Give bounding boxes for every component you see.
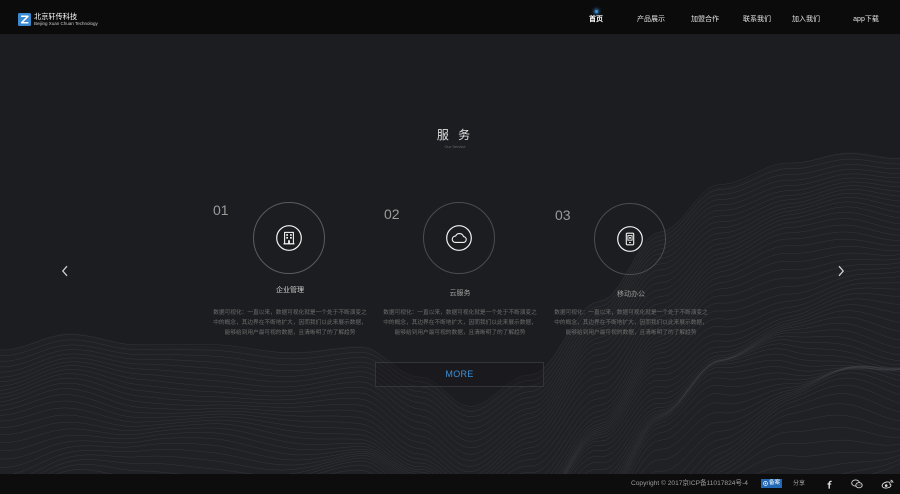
wechat-icon [851,479,863,489]
nav-item-home[interactable]: 首页 [589,10,603,25]
more-button[interactable]: MORE [375,362,544,387]
service-number: 03 [555,207,571,223]
nav-item-label: 联系我们 [743,16,771,23]
chevron-right-icon [838,265,845,277]
nav-item-label: 首页 [589,16,603,23]
service-description: 数据可视化：一直以来，数据可视化就是一个处于不断演变之 中的概念，其边界在不断地… [205,308,375,338]
chevron-left-icon [61,265,68,277]
company-name: 北京轩传科技 [34,11,78,21]
description-line: 数据可视化：一直以来，数据可视化就是一个处于不断演变之 [383,310,537,316]
service-item-enterprise-management[interactable]: 01 企业管理 数据可视化：一直以来，数据可视化就是一个处于不断演变之 中的概念… [205,200,375,340]
nav-item-contact[interactable]: 联系我们 [743,15,771,25]
service-item-cloud-service[interactable]: 02 云服务 数据可视化：一直以来，数据可视化就是一个处于不断演变之 中的概念，… [375,200,545,340]
nav-item-products[interactable]: 产品展示 [637,15,665,25]
description-line: 能够给到用户最可视的数据，且清晰明了的了解趋势 [394,330,526,336]
nav-item-franchise[interactable]: 加盟合作 [691,15,719,25]
nav-item-app-download[interactable]: app下载 [853,15,879,25]
section-subtitle: Our Service [444,144,466,149]
cloud-icon [446,225,472,251]
description-line: 中的概念，其边界在不断地扩大，因而我们以此来展示数据， [383,320,537,326]
copyright-text: Copyright © 2017京ICP备11017824号-4 [631,480,748,487]
active-indicator [594,10,598,13]
service-description: 数据可视化：一直以来，数据可视化就是一个处于不断演变之 中的概念，其边界在不断地… [546,308,716,338]
service-description: 数据可视化：一直以来，数据可视化就是一个处于不断演变之 中的概念，其边界在不断地… [375,308,545,338]
nav-item-label: 产品展示 [637,16,665,23]
share-wechat-button[interactable] [851,479,863,489]
nav-item-label: 加盟合作 [691,16,719,23]
service-label: 云服务 [449,290,471,297]
mobile-office-icon [617,226,643,252]
share-label: 分享 [793,481,806,487]
service-label: 企业管理 [276,287,304,294]
nav-item-label: app下载 [853,16,879,23]
logo[interactable]: 北京轩传科技 Beijing Xuan Chuan Technology [18,12,98,26]
description-line: 数据可视化：一直以来，数据可视化就是一个处于不断演变之 [213,310,367,316]
description-line: 能够给到用户最可视的数据，且清晰明了的了解趋势 [565,330,697,336]
service-icon-ring [423,202,495,274]
service-number: 01 [213,202,229,218]
nav-item-label: 加入我们 [792,16,820,23]
footer: Copyright © 2017京ICP备11017824号-4 备案 分享 [0,474,900,494]
share-facebook-button[interactable] [825,479,832,489]
service-number: 02 [384,206,400,222]
service-label: 移动办公 [617,291,645,298]
building-icon [276,225,302,251]
description-line: 能够给到用户最可视的数据，且清晰明了的了解趋势 [224,330,356,336]
carousel-prev-button[interactable] [61,265,69,277]
service-icon-ring [594,203,666,275]
record-badge[interactable]: 备案 [761,479,783,488]
logo-text: 北京轩传科技 Beijing Xuan Chuan Technology [34,11,98,26]
service-item-mobile-office[interactable]: 03 移动办公 数据可视化：一直以来，数据可视化就是一个处于不断演变之 中的概念… [546,200,716,340]
company-logo-icon [18,12,31,26]
carousel-next-button[interactable] [837,265,845,277]
badge-label: 备案 [769,480,781,486]
service-icon-ring [253,202,325,274]
section-title: 服 务 [436,128,474,142]
weibo-icon [881,479,894,489]
share-weibo-button[interactable] [881,479,894,489]
description-line: 数据可视化：一直以来，数据可视化就是一个处于不断演变之 [554,310,708,316]
description-line: 中的概念，其边界在不断地扩大，因而我们以此来展示数据， [554,320,708,326]
badge-icon [763,481,768,486]
nav-item-join-us[interactable]: 加入我们 [792,15,820,25]
top-nav-bar: 北京轩传科技 Beijing Xuan Chuan Technology 首页 … [0,0,900,34]
company-english-name: Beijing Xuan Chuan Technology [34,20,98,26]
facebook-icon [827,480,832,489]
description-line: 中的概念，其边界在不断地扩大，因而我们以此来展示数据， [213,320,367,326]
